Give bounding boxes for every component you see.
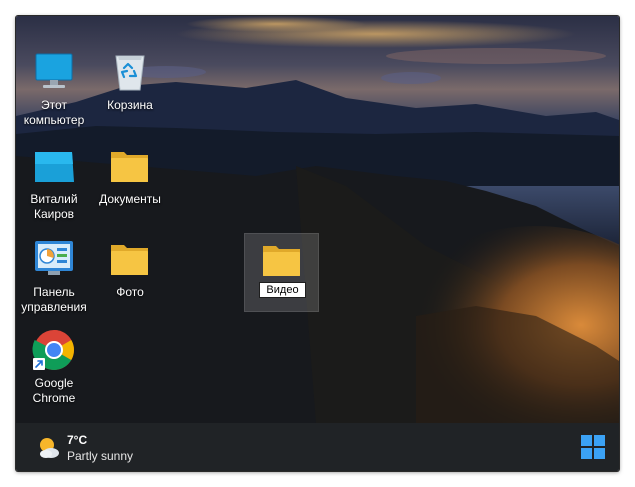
desktop-icon-label: Фото [116,285,144,299]
partly-sunny-icon [36,435,62,461]
weather-temperature: 7°C [67,433,88,447]
desktop-icon-label: Google Chrome [32,376,76,405]
desktop-icon-this-pc[interactable]: Этот компьютер [16,50,92,128]
chrome-icon [32,328,76,372]
desktop-icon-control-panel[interactable]: Панель управления [16,237,92,315]
user-folder-icon [32,144,76,188]
desktop-icon-documents[interactable]: Документы [92,144,168,207]
desktop-icon-label: Виталий Каиров [30,192,78,221]
desktop-icon-label: Корзина [107,98,153,112]
computer-icon [32,50,76,94]
desktop-icon-photos[interactable]: Фото [92,237,168,300]
windows-start-icon[interactable] [581,435,605,459]
desktop-icon-recycle-bin[interactable]: Корзина [92,50,168,113]
desktop-icon-label: Этот компьютер [23,98,85,127]
rename-input[interactable]: Видео [259,282,306,298]
desktop-icon-user-folder[interactable]: Виталий Каиров [16,144,92,222]
folder-icon [260,238,304,282]
desktop-icon-video-folder-selected[interactable]: Видео [244,233,319,312]
desktop-screen: Этот компьютер Корзина Виталий Каиров До… [16,16,619,471]
desktop-icon-google-chrome[interactable]: Google Chrome [16,328,92,406]
desktop-icon-label: Панель управления [21,285,87,314]
folder-icon [108,144,152,188]
folder-icon [108,237,152,281]
weather-description: Partly sunny [67,449,134,463]
recycle-bin-icon [108,50,152,94]
control-panel-icon [32,237,76,281]
taskbar: 7°C Partly sunny [16,423,619,471]
desktop-icon-label: Документы [99,192,161,206]
